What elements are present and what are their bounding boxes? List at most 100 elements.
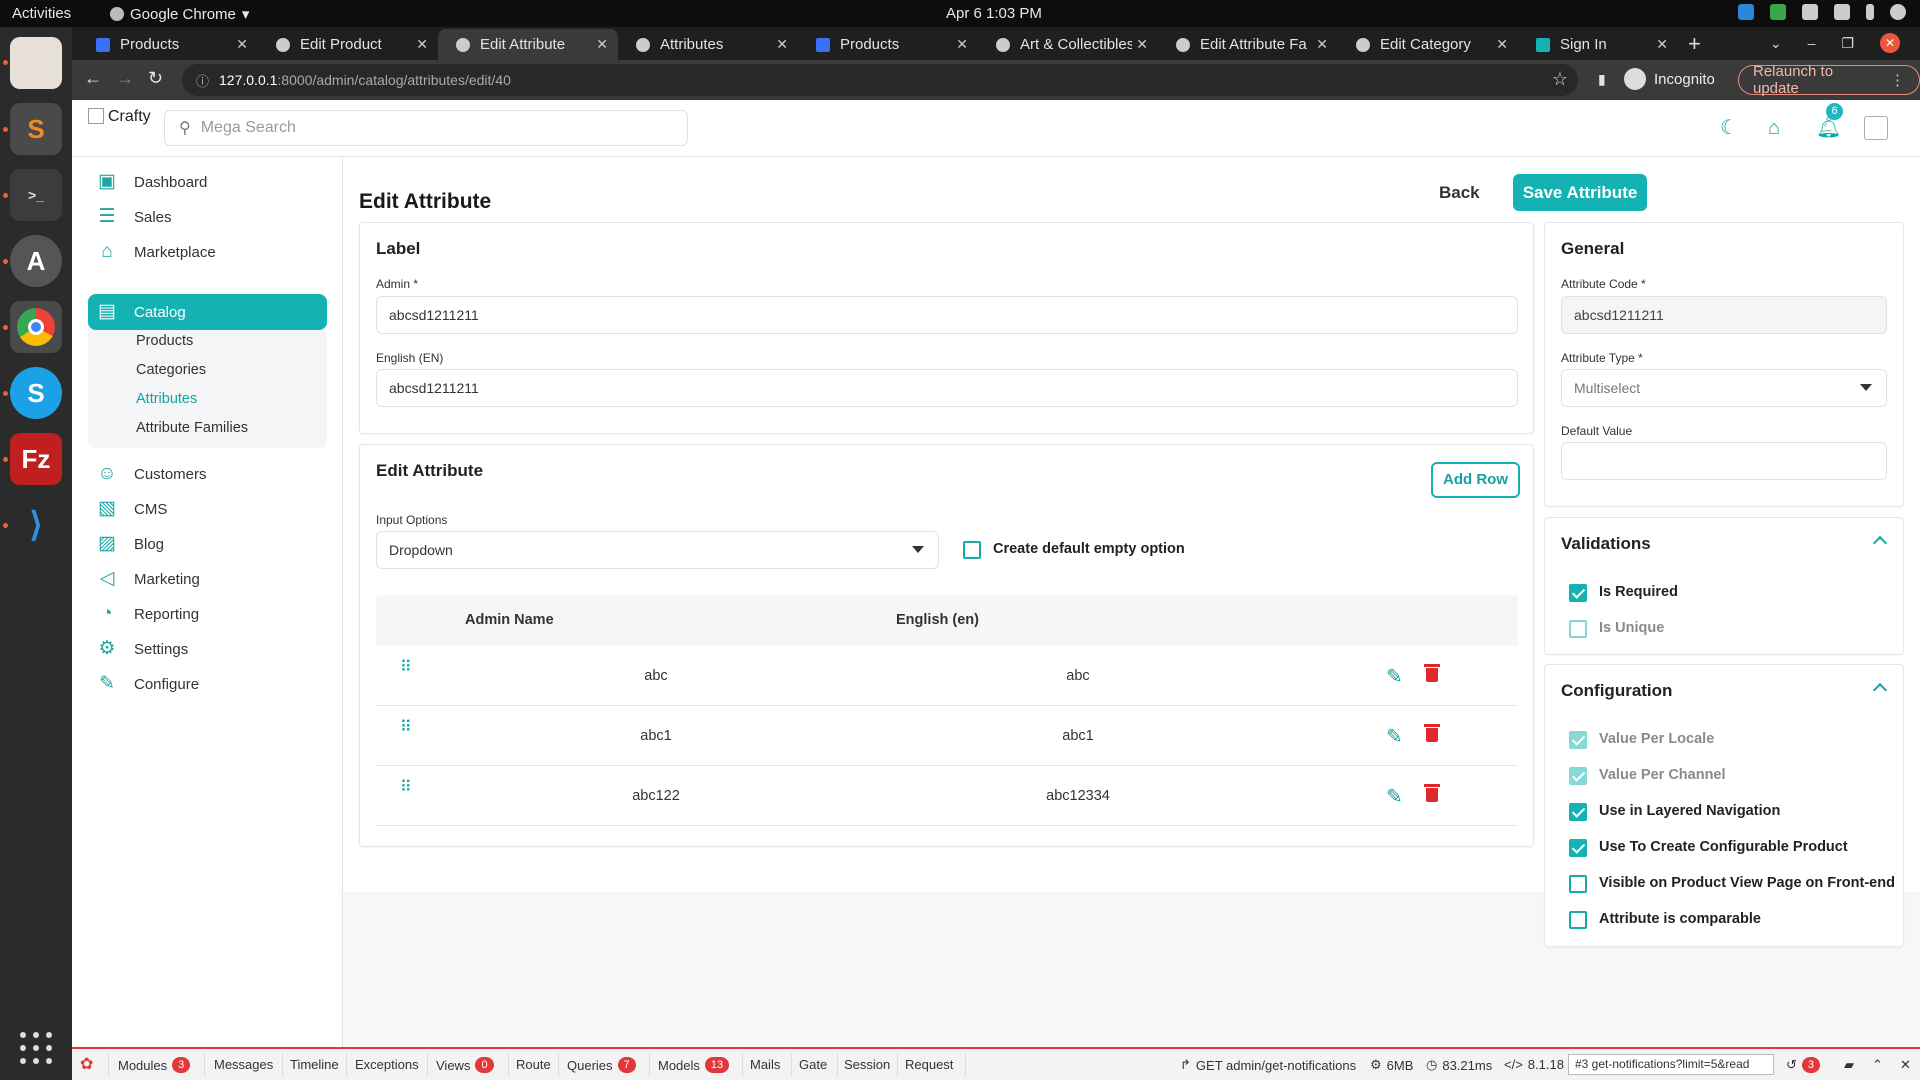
comparable-checkbox[interactable] bbox=[1569, 911, 1587, 929]
delete-trash-icon[interactable] bbox=[1424, 724, 1440, 744]
chrome-dock-icon[interactable] bbox=[10, 301, 62, 353]
value-per-locale-checkbox[interactable] bbox=[1569, 731, 1587, 749]
chevron-up-icon[interactable] bbox=[1872, 535, 1888, 551]
delete-trash-icon[interactable] bbox=[1424, 784, 1440, 804]
skype-icon[interactable]: S bbox=[10, 367, 62, 419]
back-button[interactable]: Back bbox=[1439, 183, 1480, 203]
close-icon[interactable]: ✕ bbox=[1136, 36, 1148, 53]
show-apps-icon[interactable] bbox=[20, 1032, 52, 1064]
close-icon[interactable]: ✕ bbox=[236, 36, 248, 53]
sublime-text-icon[interactable]: S bbox=[10, 103, 62, 155]
activities-button[interactable]: Activities bbox=[12, 5, 71, 22]
updates-icon[interactable] bbox=[1770, 4, 1786, 20]
submenu-item-products[interactable]: Products bbox=[136, 333, 193, 349]
admin-label-input[interactable]: abcsd1211211 bbox=[376, 296, 1518, 334]
system-tray[interactable] bbox=[1738, 4, 1906, 20]
debug-tab-exceptions[interactable]: Exceptions bbox=[355, 1057, 419, 1072]
close-icon[interactable]: ✕ bbox=[1496, 36, 1508, 53]
attribute-type-select[interactable]: Multiselect bbox=[1561, 369, 1887, 407]
minimize-icon[interactable]: – bbox=[1808, 35, 1816, 51]
open-folder-icon[interactable]: ▰ bbox=[1844, 1057, 1854, 1073]
close-icon[interactable]: ✕ bbox=[1316, 36, 1328, 53]
is-unique-checkbox[interactable] bbox=[1569, 620, 1587, 638]
app-menu[interactable]: Google Chrome ▾ bbox=[110, 5, 249, 23]
delete-trash-icon[interactable] bbox=[1424, 664, 1440, 684]
reload-icon[interactable]: ↻ bbox=[148, 68, 163, 89]
mega-search-input[interactable]: ⚲ Mega Search bbox=[164, 110, 688, 146]
input-options-select[interactable]: Dropdown bbox=[376, 531, 939, 569]
debug-tab-queries[interactable]: Queries 7 bbox=[567, 1057, 636, 1073]
tab[interactable]: Products ✕ bbox=[78, 29, 258, 60]
add-row-button[interactable]: Add Row bbox=[1431, 462, 1520, 498]
is-required-checkbox[interactable] bbox=[1569, 584, 1587, 602]
sidebar-item-blog[interactable]: ▨ Blog bbox=[88, 526, 327, 562]
side-panel-icon[interactable]: ▮ bbox=[1598, 71, 1606, 88]
avatar[interactable] bbox=[1864, 116, 1888, 140]
dark-mode-icon[interactable]: ☾ bbox=[1720, 117, 1742, 139]
debug-tab-session[interactable]: Session bbox=[844, 1057, 890, 1072]
close-icon[interactable]: ✕ bbox=[416, 36, 428, 53]
debug-tab-views[interactable]: Views 0 bbox=[436, 1057, 494, 1073]
english-label-input[interactable]: abcsd1211211 bbox=[376, 369, 1518, 407]
tab-search-icon[interactable]: ⌄ bbox=[1770, 35, 1782, 52]
tab[interactable]: Attributes ✕ bbox=[618, 29, 798, 60]
attribute-code-input[interactable]: abcsd1211211 bbox=[1561, 296, 1887, 334]
storefront-icon[interactable]: ⌂ bbox=[1768, 117, 1790, 139]
tab-active[interactable]: Edit Attribute ✕ bbox=[438, 29, 618, 60]
submenu-item-categories[interactable]: Categories bbox=[136, 362, 206, 378]
sidebar-item-sales[interactable]: ☰ Sales bbox=[88, 199, 327, 235]
drag-handle-icon[interactable]: ⠿ bbox=[400, 660, 412, 680]
power-icon[interactable] bbox=[1890, 4, 1906, 20]
submenu-item-attributes[interactable]: Attributes bbox=[136, 391, 197, 407]
vscode-icon[interactable]: ⟩ bbox=[10, 499, 62, 551]
files-icon[interactable] bbox=[10, 37, 62, 89]
default-value-input[interactable] bbox=[1561, 442, 1887, 480]
relaunch-button[interactable]: Relaunch to update ⋮ bbox=[1738, 63, 1920, 97]
forward-arrow-icon[interactable]: → bbox=[116, 68, 134, 89]
software-updater-icon[interactable]: A bbox=[10, 235, 62, 287]
tab[interactable]: Products ✕ bbox=[798, 29, 978, 60]
debug-tab-route[interactable]: Route bbox=[516, 1057, 551, 1072]
save-attribute-button[interactable]: Save Attribute bbox=[1513, 174, 1647, 211]
edit-pencil-icon[interactable]: ✎ bbox=[1386, 664, 1403, 689]
history-button[interactable]: ↺ 3 bbox=[1786, 1057, 1821, 1073]
notification-bell-icon[interactable]: 🔔︎ 6 bbox=[1816, 103, 1843, 139]
restore-icon[interactable]: ❐ bbox=[1841, 35, 1854, 52]
debug-tab-mails[interactable]: Mails bbox=[750, 1057, 780, 1072]
window-close-icon[interactable]: ✕ bbox=[1880, 33, 1900, 53]
new-tab-icon[interactable]: + bbox=[1688, 31, 1701, 57]
sidebar-item-marketing[interactable]: ◁ Marketing bbox=[88, 561, 327, 597]
close-icon[interactable]: ✕ bbox=[956, 36, 968, 53]
debugbar-close-icon[interactable]: ✕ bbox=[1900, 1057, 1911, 1073]
submenu-item-attribute-families[interactable]: Attribute Families bbox=[136, 420, 248, 436]
value-per-channel-checkbox[interactable] bbox=[1569, 767, 1587, 785]
chevron-up-icon[interactable] bbox=[1872, 682, 1888, 698]
tab[interactable]: Edit Attribute Fa ✕ bbox=[1158, 29, 1338, 60]
incognito-indicator[interactable]: Incognito bbox=[1624, 68, 1715, 90]
info-icon[interactable]: ⓘ bbox=[196, 71, 209, 90]
sidebar-item-catalog[interactable]: ▤ Catalog bbox=[88, 294, 327, 330]
edit-pencil-icon[interactable]: ✎ bbox=[1386, 784, 1403, 809]
tab[interactable]: Sign In ✕ bbox=[1518, 29, 1678, 60]
network-icon[interactable] bbox=[1802, 4, 1818, 20]
debug-tab-gate[interactable]: Gate bbox=[799, 1057, 827, 1072]
debug-tab-models[interactable]: Models 13 bbox=[658, 1057, 730, 1073]
bookmark-star-icon[interactable]: ☆ bbox=[1552, 69, 1568, 90]
logo[interactable]: Crafty bbox=[88, 108, 151, 126]
drag-handle-icon[interactable]: ⠿ bbox=[400, 780, 412, 800]
sidebar-item-cms[interactable]: ▧ CMS bbox=[88, 491, 327, 527]
laravel-logo-icon[interactable]: ✿ bbox=[80, 1054, 93, 1074]
configurable-product-checkbox[interactable] bbox=[1569, 839, 1587, 857]
request-history-select[interactable]: #3 get-notifications?limit=5&read bbox=[1568, 1054, 1774, 1075]
volume-icon[interactable] bbox=[1834, 4, 1850, 20]
close-icon[interactable]: ✕ bbox=[776, 36, 788, 53]
sidebar-item-dashboard[interactable]: ▣ Dashboard bbox=[88, 164, 327, 200]
teamviewer-icon[interactable] bbox=[1738, 4, 1754, 20]
close-icon[interactable]: ✕ bbox=[596, 36, 608, 53]
address-bar[interactable]: ⓘ 127.0.0.1:8000/admin/catalog/attribute… bbox=[182, 64, 1578, 96]
debug-tab-modules[interactable]: Modules 3 bbox=[118, 1057, 191, 1073]
microphone-icon[interactable] bbox=[1866, 4, 1874, 20]
sidebar-item-customers[interactable]: ☺ Customers bbox=[88, 456, 327, 492]
filezilla-icon[interactable]: Fz bbox=[10, 433, 62, 485]
terminal-icon[interactable]: >_ bbox=[10, 169, 62, 221]
